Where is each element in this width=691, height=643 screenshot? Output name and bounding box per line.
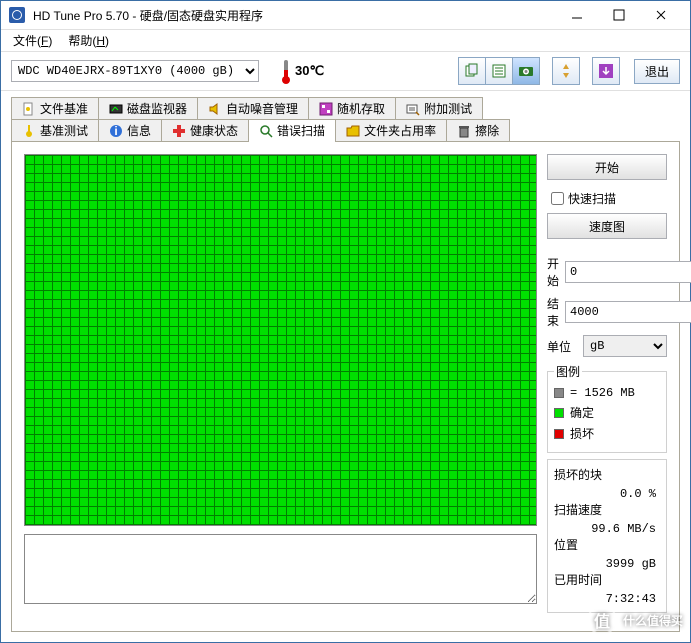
scan-grid [24,154,537,526]
tabs: 文件基准 磁盘监视器 自动噪音管理 随机存取 附加测试 基准测试 i信息 健康状… [1,91,690,141]
damaged-blocks-value: 0.0 % [554,487,660,501]
tab-row-1: 文件基准 磁盘监视器 自动噪音管理 随机存取 附加测试 [11,97,680,119]
tab-health[interactable]: 健康状态 [161,119,249,141]
tab-extra-tests[interactable]: 附加测试 [395,97,483,119]
menu-file[interactable]: 文件(F) [5,30,60,51]
toolbar: WDC WD40EJRX-89T1XY0 (4000 gB) 30℃ 退出 [1,52,690,91]
maximize-button[interactable] [598,1,640,29]
menubar: 文件(F) 帮助(H) [1,30,690,52]
app-icon [9,7,25,23]
save-button[interactable] [592,57,620,85]
range-end-label: 结束 [547,295,559,329]
stats-fieldset: 损坏的块 0.0 % 扫描速度 99.6 MB/s 位置 3999 gB 已用时… [547,459,667,613]
damaged-blocks-label: 损坏的块 [554,466,660,483]
quick-scan-checkbox[interactable] [551,192,564,205]
scan-speed-label: 扫描速度 [554,501,660,518]
elapsed-label: 已用时间 [554,571,660,588]
copy-text-button[interactable] [458,57,486,85]
legend-block-icon [554,388,564,398]
tab-folder-usage[interactable]: 文件夹占用率 [335,119,447,141]
screenshot-button[interactable] [512,57,540,85]
position-label: 位置 [554,536,660,553]
tab-disk-monitor[interactable]: 磁盘监视器 [98,97,198,119]
close-button[interactable] [640,1,682,29]
range-end-input[interactable] [566,302,691,322]
options-button[interactable] [552,57,580,85]
log-textbox[interactable] [24,534,537,604]
range-start-label: 开始 [547,255,559,289]
toolbar-group [458,57,540,85]
legend-damaged-icon [554,429,564,439]
drive-select[interactable]: WDC WD40EJRX-89T1XY0 (4000 gB) [11,60,259,82]
legend-title: 图例 [554,363,582,380]
app-window: HD Tune Pro 5.70 - 硬盘/固态硬盘实用程序 文件(F) 帮助(… [0,0,691,643]
range-end-spinner[interactable]: ▲▼ [565,301,691,323]
svg-text:i: i [114,124,117,138]
menu-help[interactable]: 帮助(H) [60,30,117,51]
window-title: HD Tune Pro 5.70 - 硬盘/固态硬盘实用程序 [33,7,556,24]
tab-row-2: 基准测试 i信息 健康状态 错误扫描 文件夹占用率 擦除 [11,119,680,141]
exit-button[interactable]: 退出 [634,59,680,84]
minimize-button[interactable] [556,1,598,29]
start-button[interactable]: 开始 [547,154,667,180]
temperature-display: 30℃ [279,58,324,84]
range-start-input[interactable] [566,262,691,282]
tab-aam[interactable]: 自动噪音管理 [197,97,309,119]
speed-map-button[interactable]: 速度图 [547,213,667,239]
legend-fieldset: 图例 = 1526 MB 确定 损坏 [547,363,667,453]
range-start-spinner[interactable]: ▲▼ [565,261,691,283]
copy-info-button[interactable] [485,57,513,85]
scan-speed-value: 99.6 MB/s [554,522,660,536]
elapsed-value: 7:32:43 [554,592,660,606]
unit-label: 单位 [547,338,577,355]
tab-erase[interactable]: 擦除 [446,119,510,141]
tab-info[interactable]: i信息 [98,119,162,141]
unit-select[interactable]: gB [583,335,667,357]
tab-random-access[interactable]: 随机存取 [308,97,396,119]
titlebar: HD Tune Pro 5.70 - 硬盘/固态硬盘实用程序 [1,1,690,30]
thermometer-icon [279,58,293,84]
window-controls [556,1,682,29]
tab-benchmark[interactable]: 基准测试 [11,119,99,141]
tab-content: 开始 快速扫描 速度图 开始 ▲▼ 结束 ▲▼ [11,141,680,632]
tab-file-benchmark[interactable]: 文件基准 [11,97,99,119]
quick-scan-label: 快速扫描 [568,190,616,207]
temperature-value: 30℃ [295,63,324,79]
tab-error-scan[interactable]: 错误扫描 [248,119,336,141]
position-value: 3999 gB [554,557,660,571]
legend-ok-icon [554,408,564,418]
